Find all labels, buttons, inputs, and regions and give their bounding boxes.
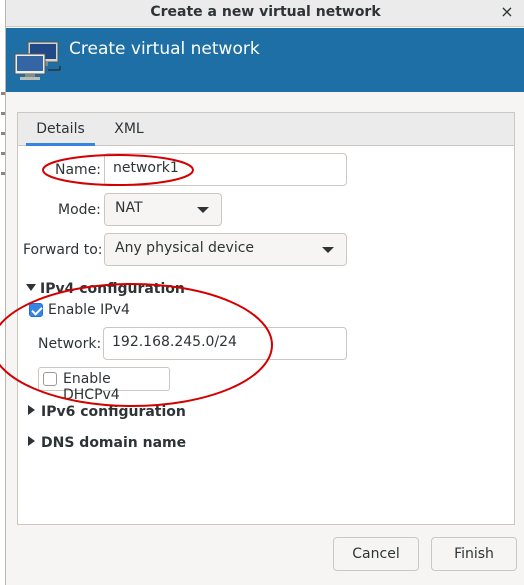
finish-button[interactable]: Finish (431, 537, 517, 571)
mode-label: Mode: (58, 202, 101, 218)
titlebar: Create a new virtual network × (6, 0, 524, 27)
enable-dhcp-checkbox[interactable] (43, 372, 57, 386)
expander-right-icon (28, 436, 35, 446)
network-input[interactable]: 192.168.245.0/24 (103, 327, 347, 360)
dns-header: DNS domain name (41, 435, 187, 451)
details-panel: Details XML Name: network1 Mode: NAT For… (17, 112, 515, 525)
name-input[interactable]: network1 (104, 153, 347, 186)
chevron-down-icon (322, 247, 334, 253)
tab-bar: Details XML (18, 113, 514, 146)
enable-ipv4-checkbox[interactable] (29, 303, 43, 317)
ipv4-expander[interactable]: IPv4 configuration (26, 281, 185, 297)
close-icon[interactable]: × (497, 2, 517, 21)
chevron-down-icon (197, 207, 209, 213)
forward-value: Any physical device (115, 240, 255, 256)
enable-ipv4-label: Enable IPv4 (48, 302, 130, 318)
forward-dropdown[interactable]: Any physical device (104, 233, 347, 266)
ipv4-header: IPv4 configuration (40, 281, 185, 297)
network-computers-icon (14, 41, 61, 80)
expander-right-icon (28, 405, 35, 415)
enable-dhcp-toggle[interactable]: Enable DHCPv4 (38, 367, 170, 403)
network-label: Network: (38, 336, 102, 352)
name-label: Name: (55, 162, 102, 178)
banner-title: Create virtual network (69, 39, 260, 59)
mode-value: NAT (115, 200, 143, 216)
cancel-button[interactable]: Cancel (333, 537, 419, 571)
mode-dropdown[interactable]: NAT (104, 193, 222, 226)
forward-label: Forward to: (23, 242, 103, 258)
dns-expander[interactable]: DNS domain name (28, 435, 186, 451)
expander-down-icon (26, 284, 36, 291)
tab-xml[interactable]: XML (105, 113, 153, 146)
ipv6-expander[interactable]: IPv6 configuration (28, 404, 186, 420)
enable-dhcp-label: Enable DHCPv4 (63, 371, 120, 403)
window-title: Create a new virtual network (150, 4, 381, 20)
ipv6-header: IPv6 configuration (41, 404, 186, 420)
dialog-window: Create a new virtual network × Create vi… (5, 0, 524, 585)
tab-details[interactable]: Details (26, 113, 95, 146)
header-banner: Create virtual network (6, 28, 524, 92)
